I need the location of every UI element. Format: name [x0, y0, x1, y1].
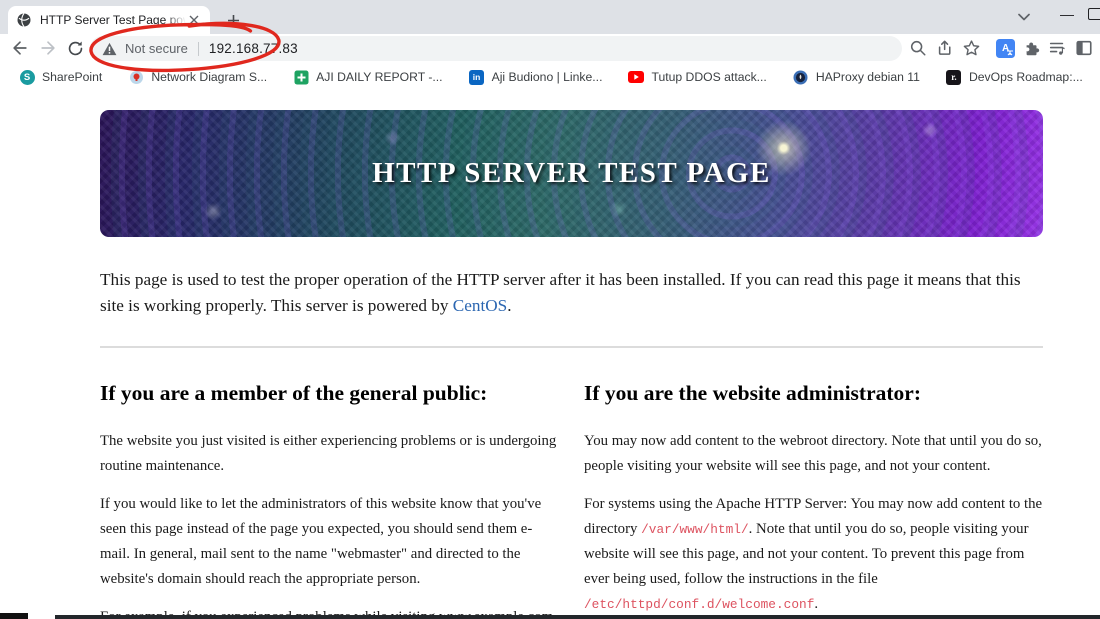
- share-icon[interactable]: [933, 36, 957, 60]
- bookmark-linkedin[interactable]: in Aji Budiono | Linke...: [456, 65, 616, 89]
- administrator-column: If you are the website administrator: Yo…: [584, 381, 1043, 619]
- globe-favicon-icon: [17, 13, 31, 27]
- linkedin-icon: in: [469, 69, 485, 85]
- paragraph: The website you just visited is either e…: [100, 433, 557, 474]
- bookmark-aji-daily-report[interactable]: AJI DAILY REPORT -...: [280, 65, 455, 89]
- taskbar-edge: [55, 615, 1100, 619]
- divider: [100, 346, 1043, 348]
- back-icon[interactable]: [8, 36, 32, 60]
- media-controls-icon[interactable]: [1045, 36, 1069, 60]
- bookmark-devops-roadmap[interactable]: r. DevOps Roadmap:...: [933, 65, 1096, 89]
- address-bar[interactable]: Not secure 192.168.77.83: [90, 36, 902, 61]
- extensions-puzzle-icon[interactable]: [1020, 36, 1044, 60]
- window-maximize-button[interactable]: [1088, 8, 1100, 20]
- welcome-conf-path: /etc/httpd/conf.d/welcome.conf: [584, 597, 815, 612]
- browser-tab[interactable]: HTTP Server Test Page powered: [8, 6, 210, 34]
- web-page-content: HTTP SERVER TEST PAGE This page is used …: [0, 92, 1100, 619]
- spreadsheet-icon: [293, 69, 309, 85]
- not-secure-warning-icon: [102, 42, 117, 55]
- tab-search-chevron-icon[interactable]: [1012, 6, 1036, 28]
- browser-toolbar: Not secure 192.168.77.83 A: [0, 34, 1100, 62]
- tab-strip: HTTP Server Test Page powered —: [0, 0, 1100, 34]
- url-text[interactable]: 192.168.77.83: [209, 41, 298, 56]
- window-minimize-button[interactable]: —: [1052, 0, 1082, 28]
- translate-icon[interactable]: A: [993, 36, 1017, 60]
- svg-text:A: A: [1002, 43, 1009, 54]
- paragraph: You may now add content to the webroot d…: [584, 433, 1042, 474]
- administrator-heading: If you are the website administrator:: [584, 381, 921, 405]
- reload-icon[interactable]: [63, 36, 87, 60]
- bookmark-network-diagram[interactable]: Network Diagram S...: [115, 65, 280, 89]
- paragraph: If you would like to let the administrat…: [100, 496, 542, 587]
- bookmark-haproxy[interactable]: HAProxy debian 11: [780, 65, 933, 89]
- haproxy-icon: [793, 69, 809, 85]
- paragraph: For systems using the Apache HTTP Server…: [584, 496, 1043, 612]
- taskbar-edge: [0, 613, 28, 619]
- apache-docroot-path: /var/www/html/: [641, 522, 749, 537]
- general-public-column: If you are a member of the general publi…: [100, 381, 559, 619]
- network-diagram-icon: [128, 69, 144, 85]
- not-secure-label[interactable]: Not secure: [125, 41, 188, 56]
- bookmark-youtube[interactable]: Tutup DDOS attack...: [615, 65, 779, 89]
- new-tab-button[interactable]: [222, 9, 244, 31]
- bookmark-star-icon[interactable]: [959, 36, 983, 60]
- bookmarks-bar: S SharePoint Network Diagram S... AJI DA…: [0, 62, 1100, 92]
- roadmap-icon: r.: [946, 69, 962, 85]
- omnibox-divider: [197, 41, 199, 56]
- side-panel-icon[interactable]: [1072, 36, 1096, 60]
- bookmark-sharepoint[interactable]: S SharePoint: [6, 65, 115, 89]
- general-public-heading: If you are a member of the general publi…: [100, 381, 488, 405]
- sharepoint-icon: S: [19, 69, 35, 85]
- page-title: HTTP SERVER TEST PAGE: [372, 157, 771, 189]
- centos-link[interactable]: CentOS: [453, 296, 507, 315]
- youtube-icon: [628, 69, 645, 85]
- search-icon[interactable]: [906, 36, 930, 60]
- tab-title: HTTP Server Test Page powered: [40, 13, 186, 27]
- test-page-banner: HTTP SERVER TEST PAGE: [100, 110, 1043, 237]
- intro-paragraph: This page is used to test the proper ope…: [100, 270, 1021, 315]
- browser-window: HTTP Server Test Page powered —: [0, 0, 1100, 619]
- tab-close-icon[interactable]: [186, 12, 202, 28]
- bookmark-docker-roadmap[interactable]: r. Docker Roadmap -...: [1096, 65, 1100, 89]
- forward-icon: [36, 36, 60, 60]
